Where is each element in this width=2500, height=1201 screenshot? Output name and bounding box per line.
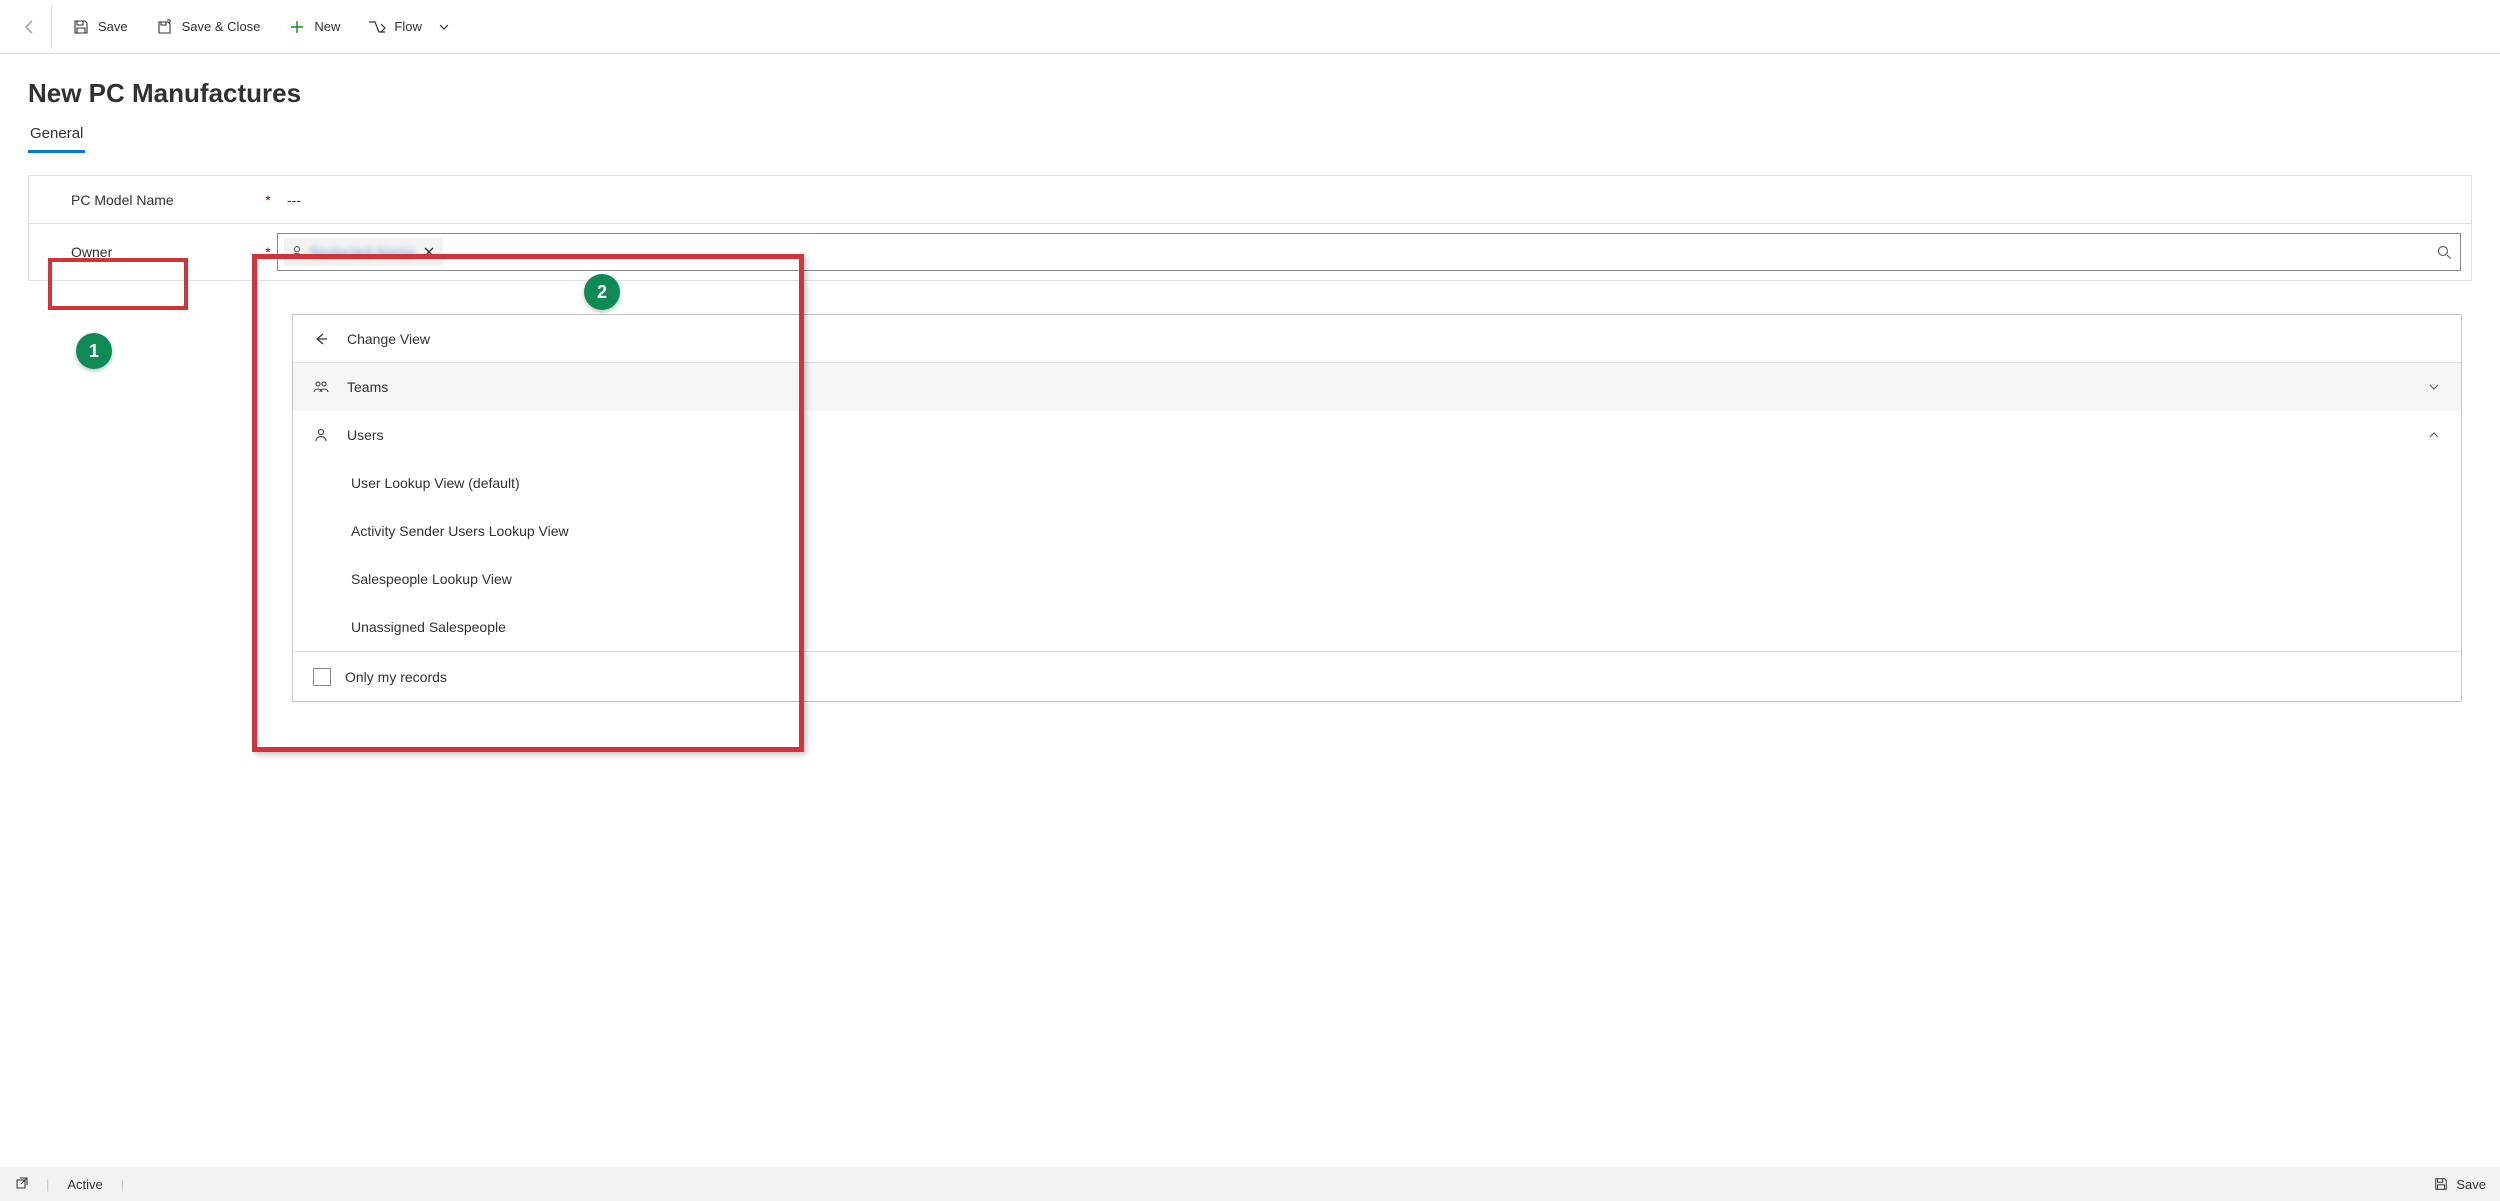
statusbar-save-label: Save [2456, 1177, 2486, 1192]
chevron-up-icon [2427, 428, 2441, 442]
back-arrow-icon [22, 19, 38, 35]
page-title: New PC Manufactures [0, 54, 2500, 119]
plus-icon [288, 18, 306, 36]
save-icon [72, 18, 90, 36]
save-button[interactable]: Save [58, 5, 142, 49]
change-view-row[interactable]: Change View [293, 315, 2461, 363]
statusbar-right: Save [2434, 1177, 2486, 1192]
users-label: Users [347, 427, 384, 443]
flow-button[interactable]: Flow [354, 5, 463, 49]
value-owner: Redacted Name [277, 233, 2471, 271]
user-view-label: Activity Sender Users Lookup View [351, 523, 569, 539]
user-view-option[interactable]: User Lookup View (default) [293, 459, 2461, 507]
save-icon [2434, 1177, 2448, 1191]
new-label: New [314, 19, 340, 34]
chevron-down-icon [438, 21, 450, 33]
back-button[interactable] [8, 5, 52, 49]
lookup-search-button[interactable] [2436, 244, 2452, 260]
search-icon [2436, 244, 2452, 260]
pc-model-value: --- [277, 192, 301, 208]
back-arrow-icon [313, 331, 329, 347]
only-my-records-checkbox[interactable] [313, 668, 331, 686]
new-button[interactable]: New [274, 5, 354, 49]
chip-remove[interactable] [421, 246, 437, 258]
flow-label: Flow [394, 19, 421, 34]
separator: | [46, 1177, 49, 1192]
command-bar: Save Save & Close New Flow [0, 0, 2500, 54]
teams-label: Teams [347, 379, 388, 395]
required-marker: * [259, 192, 277, 208]
user-view-label: User Lookup View (default) [351, 475, 520, 491]
open-in-new-window[interactable] [14, 1177, 28, 1191]
label-owner: Owner [29, 244, 259, 260]
user-view-label: Salespeople Lookup View [351, 571, 512, 587]
form-section: PC Model Name * --- Owner * Redacted Nam… [28, 175, 2472, 281]
only-my-records-row[interactable]: Only my records [293, 651, 2461, 701]
teams-category[interactable]: Teams [293, 363, 2461, 411]
record-status: Active [67, 1177, 102, 1192]
form-tabs: General [0, 119, 2500, 153]
value-pc-model[interactable]: --- [277, 192, 2471, 208]
popout-icon [14, 1177, 28, 1191]
owner-lookup-input[interactable]: Redacted Name [277, 233, 2461, 271]
separator: | [121, 1177, 124, 1192]
change-view-label: Change View [347, 331, 430, 347]
owner-chip-text: Redacted Name [310, 244, 415, 260]
statusbar-save-button[interactable]: Save [2434, 1177, 2486, 1192]
team-icon [313, 379, 329, 395]
owner-lookup-dropdown: Change View Teams Users User Lookup View… [292, 314, 2462, 702]
save-label: Save [98, 19, 128, 34]
flow-icon [368, 18, 386, 36]
annotation-badge-2: 2 [584, 274, 620, 310]
person-icon [290, 245, 304, 259]
owner-chip[interactable]: Redacted Name [284, 238, 443, 266]
person-icon [313, 427, 329, 443]
tab-general[interactable]: General [28, 119, 85, 153]
label-pc-model: PC Model Name [29, 192, 259, 208]
chevron-down-icon [2427, 380, 2441, 394]
save-close-icon [156, 18, 174, 36]
user-view-option[interactable]: Unassigned Salespeople [293, 603, 2461, 651]
row-owner: Owner * Redacted Name [29, 224, 2471, 280]
row-pc-model: PC Model Name * --- [29, 176, 2471, 224]
annotation-badge-1: 1 [76, 333, 112, 369]
required-marker: * [259, 244, 277, 260]
users-category[interactable]: Users [293, 411, 2461, 459]
save-close-label: Save & Close [182, 19, 261, 34]
close-icon [423, 246, 435, 258]
user-view-option[interactable]: Salespeople Lookup View [293, 555, 2461, 603]
user-view-option[interactable]: Activity Sender Users Lookup View [293, 507, 2461, 555]
user-view-label: Unassigned Salespeople [351, 619, 506, 635]
only-my-records-label: Only my records [345, 669, 447, 685]
status-bar: | Active | Save [0, 1167, 2500, 1201]
save-close-button[interactable]: Save & Close [142, 5, 275, 49]
